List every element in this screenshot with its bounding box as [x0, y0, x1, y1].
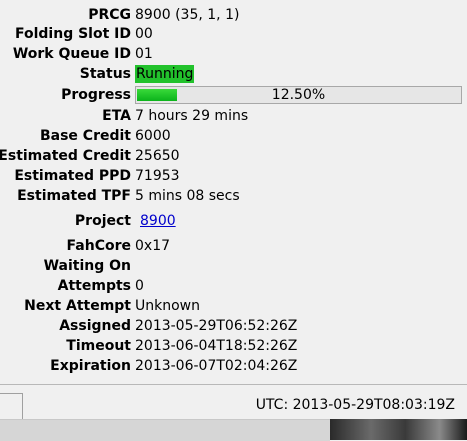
status-label: Status	[79, 66, 131, 82]
status-bar-left-pane	[0, 393, 23, 420]
eta-label: ETA	[102, 108, 131, 124]
project-link[interactable]: 8900	[140, 211, 176, 231]
row-assigned: Assigned 2013-05-29T06:52:26Z	[0, 316, 467, 336]
background-image	[330, 419, 467, 440]
fahcore-label: FahCore	[66, 238, 131, 254]
row-project: Project 8900	[0, 211, 467, 231]
eta-value: 7 hours 29 mins	[135, 108, 249, 124]
timeout-value: 2013-06-04T18:52:26Z	[135, 338, 298, 354]
timeout-label: Timeout	[66, 338, 131, 354]
progress-percent: 12.50%	[271, 87, 326, 103]
row-base-credit: Base Credit 6000	[0, 126, 467, 146]
estimated-tpf-label: Estimated TPF	[17, 188, 131, 204]
attempts-value: 0	[135, 278, 144, 294]
work-queue-id-value: 01	[135, 46, 153, 62]
estimated-credit-label: Estimated Credit	[0, 148, 131, 164]
assigned-label: Assigned	[59, 318, 131, 334]
row-waiting-on: Waiting On	[0, 256, 467, 276]
estimated-ppd-value: 71953	[135, 168, 180, 184]
row-expiration: Expiration 2013-06-07T02:04:26Z	[0, 356, 467, 376]
progress-bar: 12.50%	[135, 86, 462, 104]
row-prcg: PRCG 8900 (35, 1, 1)	[0, 5, 467, 25]
row-estimated-tpf: Estimated TPF 5 mins 08 secs	[0, 186, 467, 206]
row-timeout: Timeout 2013-06-04T18:52:26Z	[0, 336, 467, 356]
row-next-attempt: Next Attempt Unknown	[0, 296, 467, 316]
folding-slot-id-value: 00	[135, 26, 153, 42]
prcg-label: PRCG	[88, 7, 131, 23]
row-eta: ETA 7 hours 29 mins	[0, 106, 467, 126]
next-attempt-label: Next Attempt	[24, 298, 131, 314]
prcg-value: 8900 (35, 1, 1)	[135, 7, 240, 23]
expiration-label: Expiration	[50, 358, 131, 374]
status-badge: Running	[135, 65, 195, 83]
work-unit-details-panel: PRCG 8900 (35, 1, 1) Folding Slot ID 00 …	[0, 0, 467, 384]
row-estimated-credit: Estimated Credit 25650	[0, 146, 467, 166]
project-label: Project	[74, 213, 131, 229]
waiting-on-label: Waiting On	[43, 258, 131, 274]
assigned-value: 2013-05-29T06:52:26Z	[135, 318, 298, 334]
expiration-value: 2013-06-07T02:04:26Z	[135, 358, 298, 374]
estimated-tpf-value: 5 mins 08 secs	[135, 188, 240, 204]
base-credit-value: 6000	[135, 128, 171, 144]
row-folding-slot-id: Folding Slot ID 00	[0, 24, 467, 44]
desktop-background-strip	[0, 419, 467, 441]
row-status: Status Running	[0, 64, 467, 84]
status-bar: UTC: 2013-05-29T08:03:19Z	[0, 384, 467, 420]
next-attempt-value: Unknown	[135, 298, 200, 314]
row-fahcore: FahCore 0x17	[0, 236, 467, 256]
attempts-label: Attempts	[57, 278, 131, 294]
row-progress: Progress 12.50%	[0, 85, 467, 105]
row-attempts: Attempts 0	[0, 276, 467, 296]
base-credit-label: Base Credit	[39, 128, 131, 144]
progress-label: Progress	[61, 87, 131, 103]
estimated-credit-value: 25650	[135, 148, 180, 164]
utc-clock: UTC: 2013-05-29T08:03:19Z	[255, 397, 455, 413]
window-edge	[0, 419, 330, 441]
row-work-queue-id: Work Queue ID 01	[0, 44, 467, 64]
estimated-ppd-label: Estimated PPD	[14, 168, 131, 184]
work-queue-id-label: Work Queue ID	[12, 46, 131, 62]
row-estimated-ppd: Estimated PPD 71953	[0, 166, 467, 186]
folding-slot-id-label: Folding Slot ID	[15, 26, 131, 42]
fahcore-value: 0x17	[135, 238, 171, 254]
